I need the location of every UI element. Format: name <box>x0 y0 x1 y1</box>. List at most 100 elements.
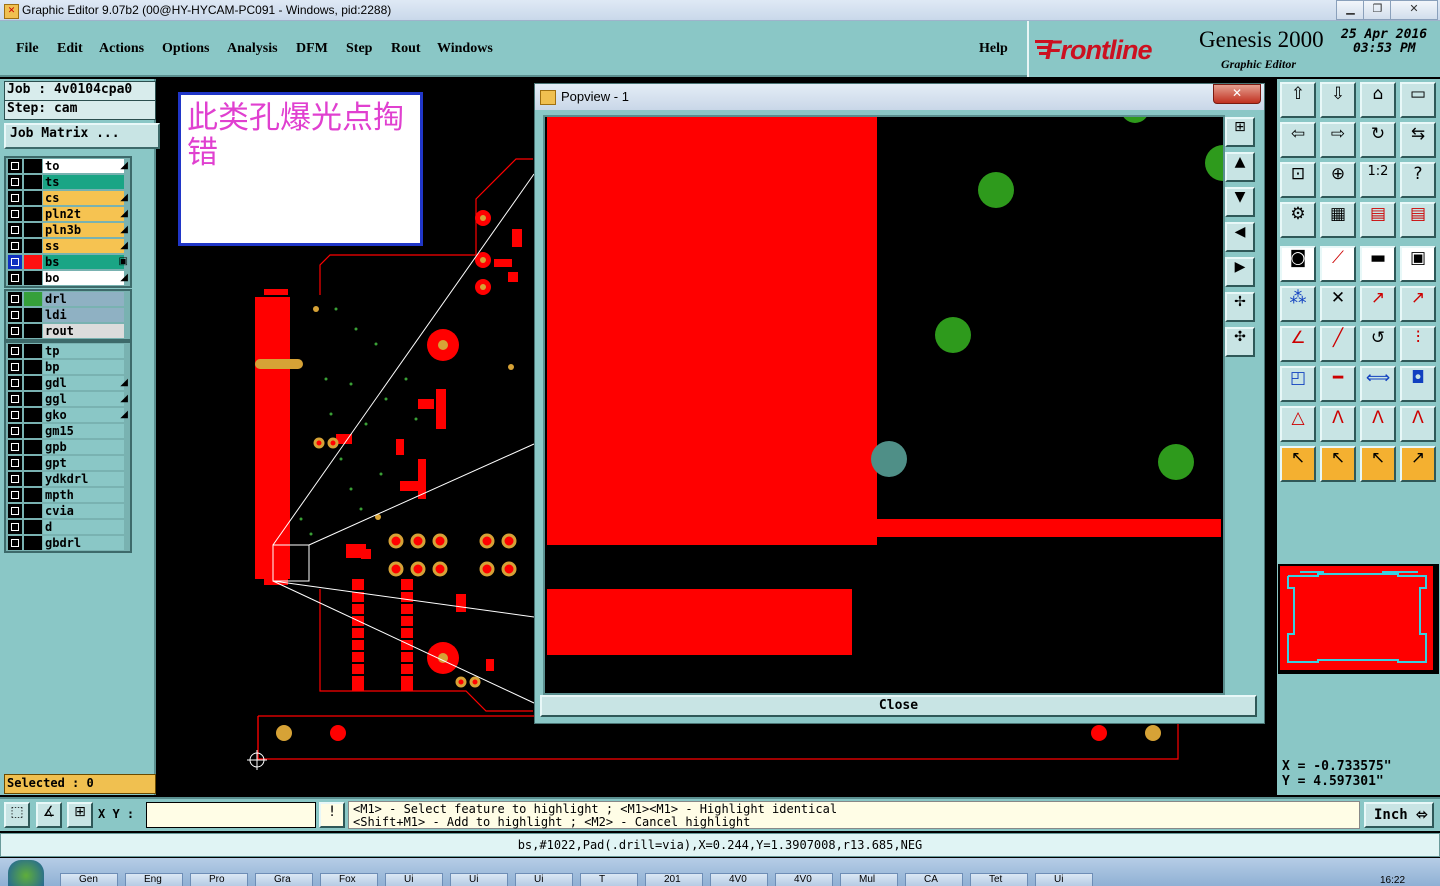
taskbar-item[interactable]: Ui <box>450 873 508 886</box>
box-select-icon[interactable]: ◰ <box>1280 366 1316 402</box>
layer-row-bo[interactable]: bo ◢ <box>6 270 130 286</box>
layer-color-swatch[interactable] <box>24 520 42 534</box>
layer-name[interactable]: cs <box>43 191 124 205</box>
layer-color-swatch[interactable] <box>24 207 42 221</box>
layer-row-bp[interactable]: bp <box>6 359 130 375</box>
layer-row-ss[interactable]: ss ◢ <box>6 238 130 254</box>
layer-row-gdl[interactable]: gdl ◢ <box>6 375 130 391</box>
connect-icon[interactable]: ⁂ <box>1280 286 1316 322</box>
layer-color-swatch[interactable] <box>24 175 42 189</box>
pointer-icon[interactable]: ↖ <box>1280 446 1316 482</box>
pointer-path-icon[interactable]: ↗ <box>1400 446 1436 482</box>
triangle3-icon[interactable]: Λ <box>1360 406 1396 442</box>
layer-row-d[interactable]: d <box>6 519 130 535</box>
layer-row-tp[interactable]: tp <box>6 343 130 359</box>
grid-snap-icon[interactable]: ⊞ <box>67 802 93 828</box>
taskbar-item[interactable]: Tet <box>970 873 1028 886</box>
layer-color-swatch[interactable] <box>24 344 42 358</box>
maximize-button[interactable]: ❐ <box>1363 0 1392 20</box>
layer-checkbox[interactable] <box>8 376 22 390</box>
taskbar-item[interactable]: T <box>580 873 638 886</box>
taskbar-item[interactable]: 4V0 <box>710 873 768 886</box>
pan-left-icon[interactable]: ◀ <box>1225 222 1255 252</box>
layer-checkbox[interactable] <box>8 408 22 422</box>
pan-right-icon[interactable]: ▶ <box>1225 257 1255 287</box>
layer-name[interactable]: pln3b <box>43 223 124 237</box>
layer-checkbox[interactable] <box>8 488 22 502</box>
layer-color-swatch[interactable] <box>24 324 42 338</box>
layer-name[interactable]: ldi <box>43 308 124 322</box>
layer-name[interactable]: bp <box>43 360 124 374</box>
layer-checkbox[interactable] <box>8 520 22 534</box>
unit-selector[interactable]: Inch ⬄ <box>1364 802 1434 828</box>
minus-icon[interactable]: ━ <box>1320 366 1356 402</box>
layer-row-ggl[interactable]: ggl ◢ <box>6 391 130 407</box>
layer-name[interactable]: d <box>43 520 124 534</box>
layer-color-swatch[interactable] <box>24 392 42 406</box>
layer-color-swatch[interactable] <box>24 472 42 486</box>
layer-color-swatch[interactable] <box>24 424 42 438</box>
switch-icon[interactable]: ⇆ <box>1400 122 1436 158</box>
layer-color-swatch[interactable] <box>24 308 42 322</box>
help-icon[interactable]: ? <box>1400 162 1436 198</box>
taskbar-item[interactable]: Fox <box>320 873 378 886</box>
layer-row-pln3b[interactable]: pln3b ◢ <box>6 222 130 238</box>
grid-icon[interactable]: ▦ <box>1320 202 1356 238</box>
arc-icon[interactable]: ↺ <box>1360 326 1396 362</box>
menu-options[interactable]: Options <box>162 41 209 57</box>
ruler-icon[interactable]: ▬ <box>1360 246 1396 282</box>
layer-name[interactable]: gpb <box>43 440 124 454</box>
shapes-icon[interactable]: ◘ <box>1400 366 1436 402</box>
split-icon[interactable]: ⫶ <box>1400 326 1436 362</box>
angle-snap-icon[interactable]: ∡ <box>36 802 62 828</box>
layer-checkbox[interactable] <box>8 191 22 205</box>
pan-right-icon[interactable]: ⇨ <box>1320 122 1356 158</box>
layer-name[interactable]: ss <box>43 239 124 253</box>
menu-actions[interactable]: Actions <box>99 41 144 57</box>
menu-file[interactable]: File <box>16 41 39 57</box>
layer-checkbox[interactable] <box>8 344 22 358</box>
pan-down-icon[interactable]: ▼ <box>1225 187 1255 217</box>
layer-name[interactable]: bo <box>43 271 124 285</box>
taskbar-item[interactable]: Gen <box>60 873 118 886</box>
layer-red-icon[interactable]: ▤ <box>1360 202 1396 238</box>
layer-name[interactable]: gdl <box>43 376 124 390</box>
menu-rout[interactable]: Rout <box>391 41 421 57</box>
zoom-extent-icon[interactable]: ⊕ <box>1320 162 1356 198</box>
redraw-icon[interactable]: ↻ <box>1360 122 1396 158</box>
layer-row-bs[interactable]: bs ▣ <box>6 254 130 270</box>
layer-checkbox[interactable] <box>8 424 22 438</box>
angle-icon[interactable]: ∠ <box>1280 326 1316 362</box>
layer-row-gbdrl[interactable]: gbdrl <box>6 535 130 551</box>
layer-color-swatch[interactable] <box>24 456 42 470</box>
triangle2-icon[interactable]: Λ <box>1320 406 1356 442</box>
layer-checkbox[interactable] <box>8 456 22 470</box>
taskbar-item[interactable]: CA <box>905 873 963 886</box>
layer-checkbox[interactable] <box>8 504 22 518</box>
layer-row-to[interactable]: to ◢ <box>6 158 130 174</box>
line-icon[interactable]: ╱ <box>1320 326 1356 362</box>
taskbar-item[interactable]: 4V0 <box>775 873 833 886</box>
menu-step[interactable]: Step <box>346 41 372 57</box>
taskbar-item[interactable]: Ui <box>515 873 573 886</box>
layer-color-swatch[interactable] <box>24 271 42 285</box>
menu-analysis[interactable]: Analysis <box>227 41 278 57</box>
layer-color-swatch[interactable] <box>24 504 42 518</box>
layer-checkbox[interactable] <box>8 292 22 306</box>
taskbar-item[interactable]: Ui <box>1035 873 1093 886</box>
layer-checkbox[interactable] <box>8 308 22 322</box>
layer-checkbox[interactable] <box>8 159 22 173</box>
zoom-window-icon[interactable]: ⊞ <box>1225 117 1255 147</box>
layer-checkbox[interactable] <box>8 536 22 550</box>
layer-color-swatch[interactable] <box>24 239 42 253</box>
layer-row-gpt[interactable]: gpt <box>6 455 130 471</box>
layer-name[interactable]: ggl <box>43 392 124 406</box>
layer-row-drl[interactable]: drl <box>6 291 130 307</box>
cross-icon[interactable]: ✕ <box>1320 286 1356 322</box>
close-window-button[interactable]: ✕ <box>1390 0 1438 20</box>
layer-color-swatch[interactable] <box>24 536 42 550</box>
layer-name[interactable]: pln2t <box>43 207 124 221</box>
layer-name[interactable]: gpt <box>43 456 124 470</box>
pan-up-icon[interactable]: ▲ <box>1225 152 1255 182</box>
window-icon[interactable]: ▭ <box>1400 82 1436 118</box>
